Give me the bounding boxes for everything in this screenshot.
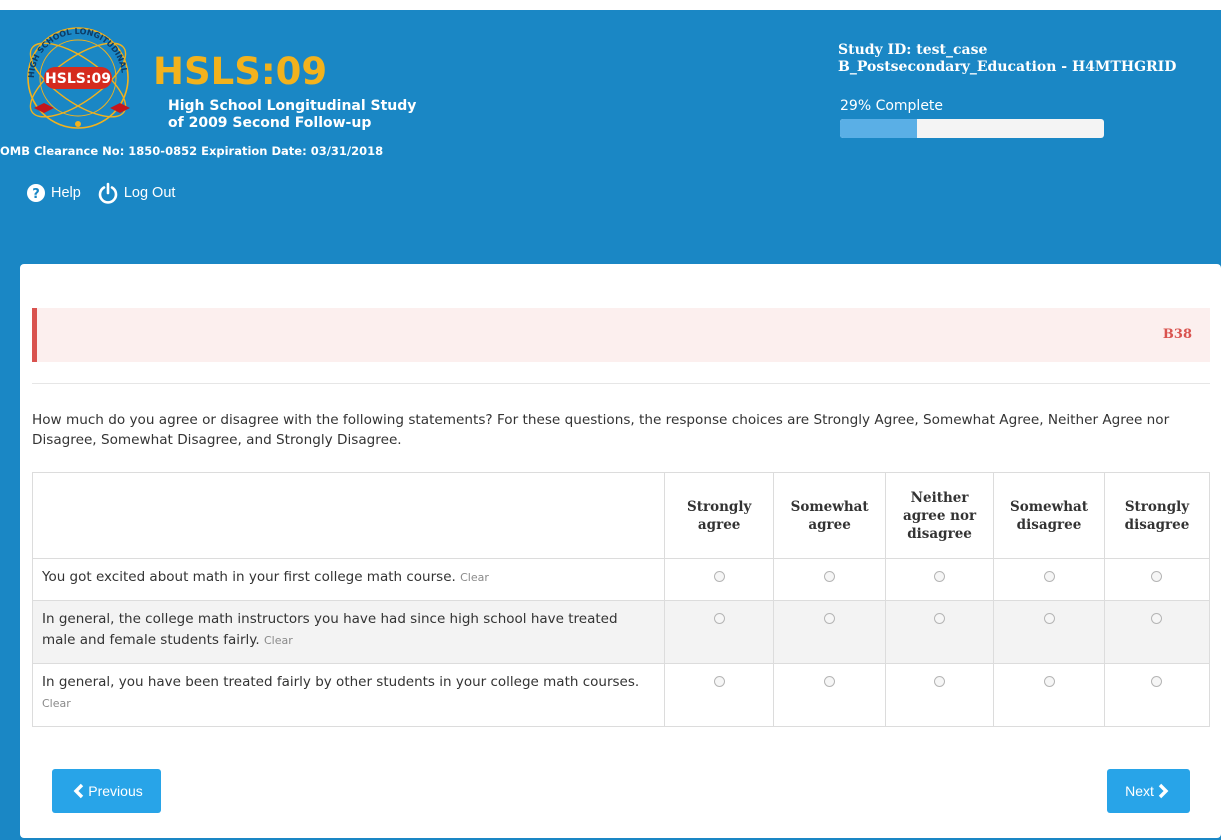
power-icon xyxy=(98,182,118,204)
radio-cell xyxy=(993,558,1105,601)
radio-neither[interactable] xyxy=(934,676,946,687)
statement-cell: You got excited about math in your first… xyxy=(31,558,666,601)
previous-label: Previous xyxy=(88,783,143,799)
study-id: Study ID: test_case xyxy=(838,42,988,58)
subtitle-line-1: High School Longitudinal Study xyxy=(168,98,417,114)
subtitle-line-2: of 2009 Second Follow-up xyxy=(168,115,372,131)
progress-text: 29% Complete xyxy=(840,98,944,114)
radio-cell xyxy=(993,663,1105,727)
radio-somewhat-agree[interactable] xyxy=(824,571,836,582)
col-header: Strongly disagree xyxy=(1103,472,1211,559)
statement-cell: In general, the college math instructors… xyxy=(31,600,666,664)
radio-neither[interactable] xyxy=(934,613,946,624)
svg-text:HSLS:09: HSLS:09 xyxy=(45,71,111,87)
section-name: B_Postsecondary_Education - H4MTHGRID xyxy=(838,59,1177,75)
clear-link[interactable]: Clear xyxy=(460,571,489,584)
radio-cell xyxy=(664,558,775,601)
question-id-banner: B38 xyxy=(32,308,1210,362)
logout-link[interactable]: Log Out xyxy=(97,182,176,204)
statement-text: In general, you have been treated fairly… xyxy=(42,674,640,690)
radio-strongly-disagree[interactable] xyxy=(1151,613,1163,624)
radio-cell xyxy=(773,600,887,664)
statement-cell: In general, you have been treated fairly… xyxy=(31,663,666,727)
statement-text: You got excited about math in your first… xyxy=(42,569,456,585)
col-header: Strongly agree xyxy=(664,472,775,559)
radio-cell xyxy=(1103,558,1211,601)
survey-frame: HIGH SCHOOL LONGITUDINAL STUDY:2009 HSLS… xyxy=(0,10,1221,840)
help-icon: ? xyxy=(27,184,45,202)
radio-strongly-disagree[interactable] xyxy=(1151,571,1163,582)
svg-text:?: ? xyxy=(32,187,40,202)
logout-label: Log Out xyxy=(123,185,176,201)
grid-header-blank xyxy=(31,472,666,559)
radio-cell xyxy=(773,663,887,727)
radio-strongly-agree[interactable] xyxy=(713,613,725,624)
radio-cell xyxy=(885,600,995,664)
col-header: Neither agree nor disagree xyxy=(885,472,995,559)
next-label: Next xyxy=(1125,783,1154,799)
radio-somewhat-disagree[interactable] xyxy=(1043,676,1055,687)
radio-cell xyxy=(885,558,995,601)
divider xyxy=(32,383,1210,384)
radio-strongly-agree[interactable] xyxy=(713,676,725,687)
radio-strongly-agree[interactable] xyxy=(713,571,725,582)
chevron-left-icon xyxy=(73,783,84,799)
brand-subtitle: High School Longitudinal Study of 2009 S… xyxy=(168,98,416,132)
radio-somewhat-agree[interactable] xyxy=(824,676,836,687)
table-row: You got excited about math in your first… xyxy=(31,558,1211,601)
statement-text: In general, the college math instructors… xyxy=(42,611,618,648)
table-row: In general, the college math instructors… xyxy=(31,600,1211,664)
radio-cell xyxy=(664,663,775,727)
study-info: Study ID: test_case B_Postsecondary_Educ… xyxy=(838,42,1176,76)
radio-somewhat-agree[interactable] xyxy=(824,613,836,624)
radio-cell xyxy=(664,600,775,664)
clear-link[interactable]: Clear xyxy=(42,697,71,710)
help-link[interactable]: ? Help xyxy=(26,183,81,203)
hsls-logo: HIGH SCHOOL LONGITUDINAL STUDY:2009 HSLS… xyxy=(14,16,130,129)
progress-bar xyxy=(840,119,1104,138)
radio-somewhat-disagree[interactable] xyxy=(1043,613,1055,624)
col-header: Somewhat agree xyxy=(773,472,887,559)
response-grid: Strongly agree Somewhat agree Neither ag… xyxy=(31,472,1211,727)
grid-header-row: Strongly agree Somewhat agree Neither ag… xyxy=(31,472,1211,559)
progress-bar-fill xyxy=(840,119,917,138)
previous-button[interactable]: Previous xyxy=(52,769,161,813)
header-links: ? Help Log Out xyxy=(26,182,191,204)
radio-somewhat-disagree[interactable] xyxy=(1043,571,1055,582)
brand-title: HSLS:09 xyxy=(153,50,328,93)
radio-cell xyxy=(1103,600,1211,664)
chevron-right-icon xyxy=(1158,783,1169,799)
radio-cell xyxy=(993,600,1105,664)
help-label: Help xyxy=(51,185,81,201)
table-row: In general, you have been treated fairly… xyxy=(31,663,1211,727)
radio-strongly-disagree[interactable] xyxy=(1151,676,1163,687)
radio-cell xyxy=(1103,663,1211,727)
omb-clearance: OMB Clearance No: 1850-0852 Expiration D… xyxy=(0,144,384,158)
radio-cell xyxy=(773,558,887,601)
clear-link[interactable]: Clear xyxy=(264,634,293,647)
radio-cell xyxy=(885,663,995,727)
col-header: Somewhat disagree xyxy=(993,472,1105,559)
question-card: B38 How much do you agree or disagree wi… xyxy=(20,264,1221,838)
question-text: How much do you agree or disagree with t… xyxy=(32,412,1170,448)
next-button[interactable]: Next xyxy=(1107,769,1190,813)
question-id: B38 xyxy=(1162,327,1192,342)
radio-neither[interactable] xyxy=(934,571,946,582)
